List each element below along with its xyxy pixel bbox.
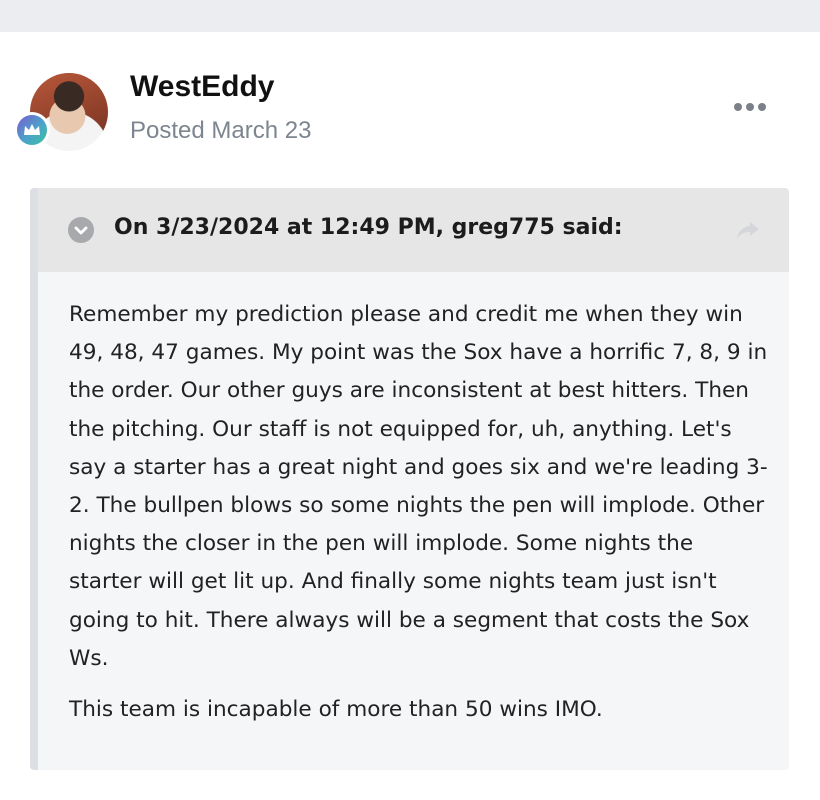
post-date: Posted March 23 [130, 117, 312, 144]
quote-paragraph: This team is incapable of more than 50 w… [69, 697, 603, 723]
more-dot [758, 103, 766, 111]
quote-body: Remember my prediction please and credit… [69, 296, 769, 729]
top-bar [0, 0, 820, 32]
share-arrow-icon[interactable] [735, 220, 761, 240]
crown-icon [17, 115, 47, 145]
rank-badge [14, 112, 50, 148]
more-dot [746, 103, 754, 111]
quote-block: On 3/23/2024 at 12:49 PM, greg775 said: … [30, 188, 789, 770]
more-horizontal-icon[interactable] [734, 100, 768, 114]
quote-citation-bar: On 3/23/2024 at 12:49 PM, greg775 said: [38, 188, 789, 272]
more-dot [734, 103, 742, 111]
chevron-down-icon[interactable] [68, 217, 94, 243]
quote-citation[interactable]: On 3/23/2024 at 12:49 PM, greg775 said: [114, 215, 623, 240]
author-name[interactable]: WestEddy [130, 70, 274, 104]
quote-paragraph: Remember my prediction please and credit… [69, 302, 768, 671]
author-avatar-group[interactable] [14, 70, 112, 160]
quote-left-border [30, 188, 38, 770]
